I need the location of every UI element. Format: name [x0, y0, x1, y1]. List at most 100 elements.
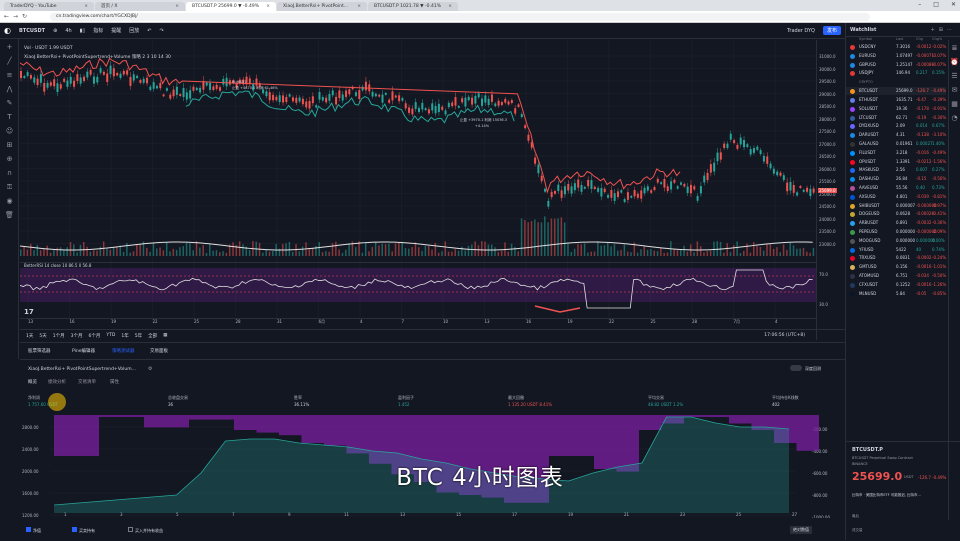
subtab-overview[interactable]: 概览 — [28, 379, 37, 385]
tab-close-icon[interactable]: × — [266, 2, 270, 11]
watchlist-row[interactable]: DOGEUSD 0.0628 -0.00026 -0.41% — [846, 210, 946, 218]
watchlist-row[interactable]: SOLUSDT 19.36 -0.178 -0.91% — [846, 105, 946, 113]
url-field[interactable]: cn.tradingview.com/chart/YGCXDJBj/ — [50, 13, 870, 21]
magnet-icon[interactable]: ∩ — [5, 169, 14, 178]
minimize-icon[interactable]: – — [918, 1, 921, 8]
watchlist-row[interactable]: PEPEUSD 0.000000 -0.000000 -2.09% — [846, 228, 946, 236]
price-chart[interactable]: Vol · USDT 1.99 USDT XiaoJ.BetterRsi+ Pi… — [19, 40, 816, 340]
trendline-icon[interactable]: ╱ — [5, 57, 14, 66]
browser-tab[interactable]: XiaoJ.BetterRsi+ PivotPoint... × — [277, 2, 367, 11]
trash-icon[interactable]: 🗑 — [5, 211, 14, 220]
bell-icon[interactable]: ◔ — [950, 114, 959, 123]
watchlist-row[interactable]: FILUSDT 3.218 -0.016 -0.49% — [846, 149, 946, 157]
tab-close-icon[interactable]: × — [448, 2, 452, 11]
chart-canvas[interactable] — [19, 40, 816, 340]
watchlist-row[interactable]: ARBUSDT 0.891 -0.0032 -0.36% — [846, 219, 946, 227]
watchlist-row[interactable]: DASHUSD 26.84 -0.15 -0.56% — [846, 175, 946, 183]
chat-icon[interactable]: ✉ — [950, 86, 959, 95]
watchlist-row[interactable]: AXSUSD 4.801 -0.039 -0.81% — [846, 193, 946, 201]
tv-logo-icon[interactable]: ◐ — [4, 26, 11, 35]
news-icon[interactable]: ☰ — [950, 72, 959, 81]
watchlist-row[interactable]: DARUSDT 4.31 -0.138 -3.10% — [846, 131, 946, 139]
deep-backtest-toggle[interactable] — [790, 365, 802, 371]
range-button[interactable]: 1天 — [26, 333, 33, 339]
tab-close-icon[interactable]: × — [84, 2, 88, 11]
nav-buttons[interactable]: ←→↻ — [4, 13, 31, 20]
watchlist-row[interactable]: USDCNY 7.3016 -0.0012 -0.02% — [846, 43, 946, 51]
ruler-icon[interactable]: ⊞ — [5, 141, 14, 150]
watchlist-row[interactable]: EURUSD 1.07497 -0.00071 -0.07% — [846, 52, 946, 60]
watchlist-row[interactable]: MOOGUSD 0.000000 0.000000 0.00% — [846, 237, 946, 245]
browser-tab[interactable]: BTCUSDT.P 1021.78 ▼ -0.41% × — [368, 2, 458, 11]
fib-icon[interactable]: ≡ — [5, 71, 14, 80]
tab-close-icon[interactable]: × — [357, 2, 361, 11]
subtab-performance[interactable]: 绩效分析 — [48, 379, 66, 385]
watchlist-row[interactable]: AAVEUSD 55.56 0.40 0.73% — [846, 184, 946, 192]
watchlist-row[interactable]: YFIUSD 5422 40 0.74% — [846, 246, 946, 254]
watchlist-row[interactable]: GALAUSD 0.01961 0.00027 1.40% — [846, 140, 946, 148]
eye-icon[interactable]: ◉ — [5, 197, 14, 206]
watchlist-row[interactable]: MASKUSD 2.56 0.007 0.27% — [846, 166, 946, 174]
redo-icon[interactable]: ↷ — [159, 28, 163, 34]
add-symbol-icon[interactable]: ⊕ — [53, 28, 57, 34]
pattern-icon[interactable]: ⋀ — [5, 85, 14, 94]
drawdown-checkbox[interactable]: 买卖持有 — [72, 527, 95, 534]
range-button[interactable]: YTD — [106, 333, 115, 338]
watchlist-row[interactable]: DYDXUSD 2.09 0.014 0.67% — [846, 122, 946, 130]
equity-checkbox[interactable]: 净值 — [26, 527, 41, 534]
text-icon[interactable]: T — [5, 113, 14, 122]
interval-selector[interactable]: 4h — [65, 28, 71, 34]
zoom-icon[interactable]: ⊕ — [5, 155, 14, 164]
candle-type-icon[interactable]: ▮▯ — [80, 28, 86, 34]
watchlist-row[interactable]: OPUSDT 1.3391 -0.0212 -1.56% — [846, 158, 946, 166]
calendar-icon[interactable]: ▦ — [950, 100, 959, 109]
buyhold-checkbox[interactable]: 买入并持有收益 — [128, 527, 163, 534]
watchlist-row[interactable]: ETHUSDT 1635.71 -6.47 -0.39% — [846, 96, 946, 104]
account-name[interactable]: Trader DYQ — [787, 28, 815, 34]
strategy-name[interactable]: XiaoJ.BetterRsi+ PivotPointSupertrend+Vo… — [28, 367, 136, 372]
brush-icon[interactable]: ✎ — [5, 99, 14, 108]
subtab-properties[interactable]: 属性 — [110, 379, 119, 385]
time-axis[interactable]: 13 16 19 22 25 28 31 6月 4 7 10 13 16 19 22 25 28 7月 4 — [20, 318, 816, 326]
browser-tab[interactable]: TraderDYQ - YouTube × — [4, 2, 94, 11]
tab-close-icon[interactable]: × — [175, 2, 179, 11]
range-button[interactable]: 6个月 — [89, 333, 101, 339]
tab-pine-editor[interactable]: Pine编辑器 — [72, 348, 95, 354]
range-button[interactable]: 3个月 — [71, 333, 83, 339]
watchlist-row[interactable]: TRXUSD 0.0831 -0.0002 -0.24% — [846, 254, 946, 262]
absolute-values-button[interactable]: 绝对数值 — [790, 526, 812, 534]
emoji-icon[interactable]: ☺ — [5, 127, 14, 136]
subtab-trades[interactable]: 交易清单 — [78, 379, 96, 385]
watchlist-row[interactable]: MLNUSD 5.84 -0.05 -0.85% — [846, 290, 946, 298]
toolbar-item-alerts[interactable]: 提醒 — [111, 27, 121, 34]
watchlist-row[interactable]: LTCUSDT 62.71 -0.19 -0.30% — [846, 114, 946, 122]
tab-strategy-tester[interactable]: 策略测试器 — [112, 348, 135, 354]
browser-tab[interactable]: 首页 / X × — [95, 2, 185, 11]
close-icon[interactable]: ✕ — [951, 1, 956, 8]
symbol-search[interactable]: BTCUSDT — [19, 28, 45, 34]
toolbar-item-indicators[interactable]: 指标 — [93, 27, 103, 34]
watchlist-row[interactable]: USDJPY 146.94 0.217 0.15% — [846, 69, 946, 77]
detail-symbol[interactable]: BTCUSDT.P — [852, 447, 883, 453]
range-button[interactable]: 1个月 — [53, 333, 65, 339]
publish-button[interactable]: 发布 — [822, 26, 841, 35]
lock-icon[interactable]: ⚿ — [5, 183, 14, 192]
toolbar-item-replay[interactable]: 回放 — [129, 27, 139, 34]
tab-trading-panel[interactable]: 交易面板 — [150, 348, 168, 354]
watchlist-actions-icon[interactable]: +⊞⋯ — [931, 27, 956, 33]
range-button[interactable]: 1年 — [121, 333, 128, 339]
browser-tab[interactable]: BTCUSDT.P 25699.0 ▼ -0.49% × — [186, 2, 276, 11]
watchlist-row[interactable]: SHIBUSDT 0.000007 -0.000000 -0.97% — [846, 202, 946, 210]
range-button[interactable]: 5天 — [39, 333, 46, 339]
maximize-icon[interactable]: □ — [933, 1, 939, 8]
tab-screener[interactable]: 股票筛选器 — [28, 348, 51, 354]
range-button[interactable]: 全部 — [148, 333, 157, 339]
watchlist-row[interactable]: ATOMUSD 6.751 -0.034 -0.50% — [846, 272, 946, 280]
rsi-legend[interactable]: BetterRSI 14 close 10 86.5 0 56.8 — [24, 263, 91, 268]
watchlist-row[interactable]: GMTUSD 0.156 -0.0016 -1.01% — [846, 263, 946, 271]
alert-clock-icon[interactable]: ⏰ — [950, 58, 959, 67]
watchlist-icon[interactable]: ≣ — [950, 44, 959, 53]
price-axis[interactable]: 31000.0 30000.0 29500.0 29000.0 28500.0 28000… — [816, 40, 845, 340]
range-button[interactable]: 5年 — [135, 333, 142, 339]
undo-icon[interactable]: ↶ — [147, 28, 151, 34]
